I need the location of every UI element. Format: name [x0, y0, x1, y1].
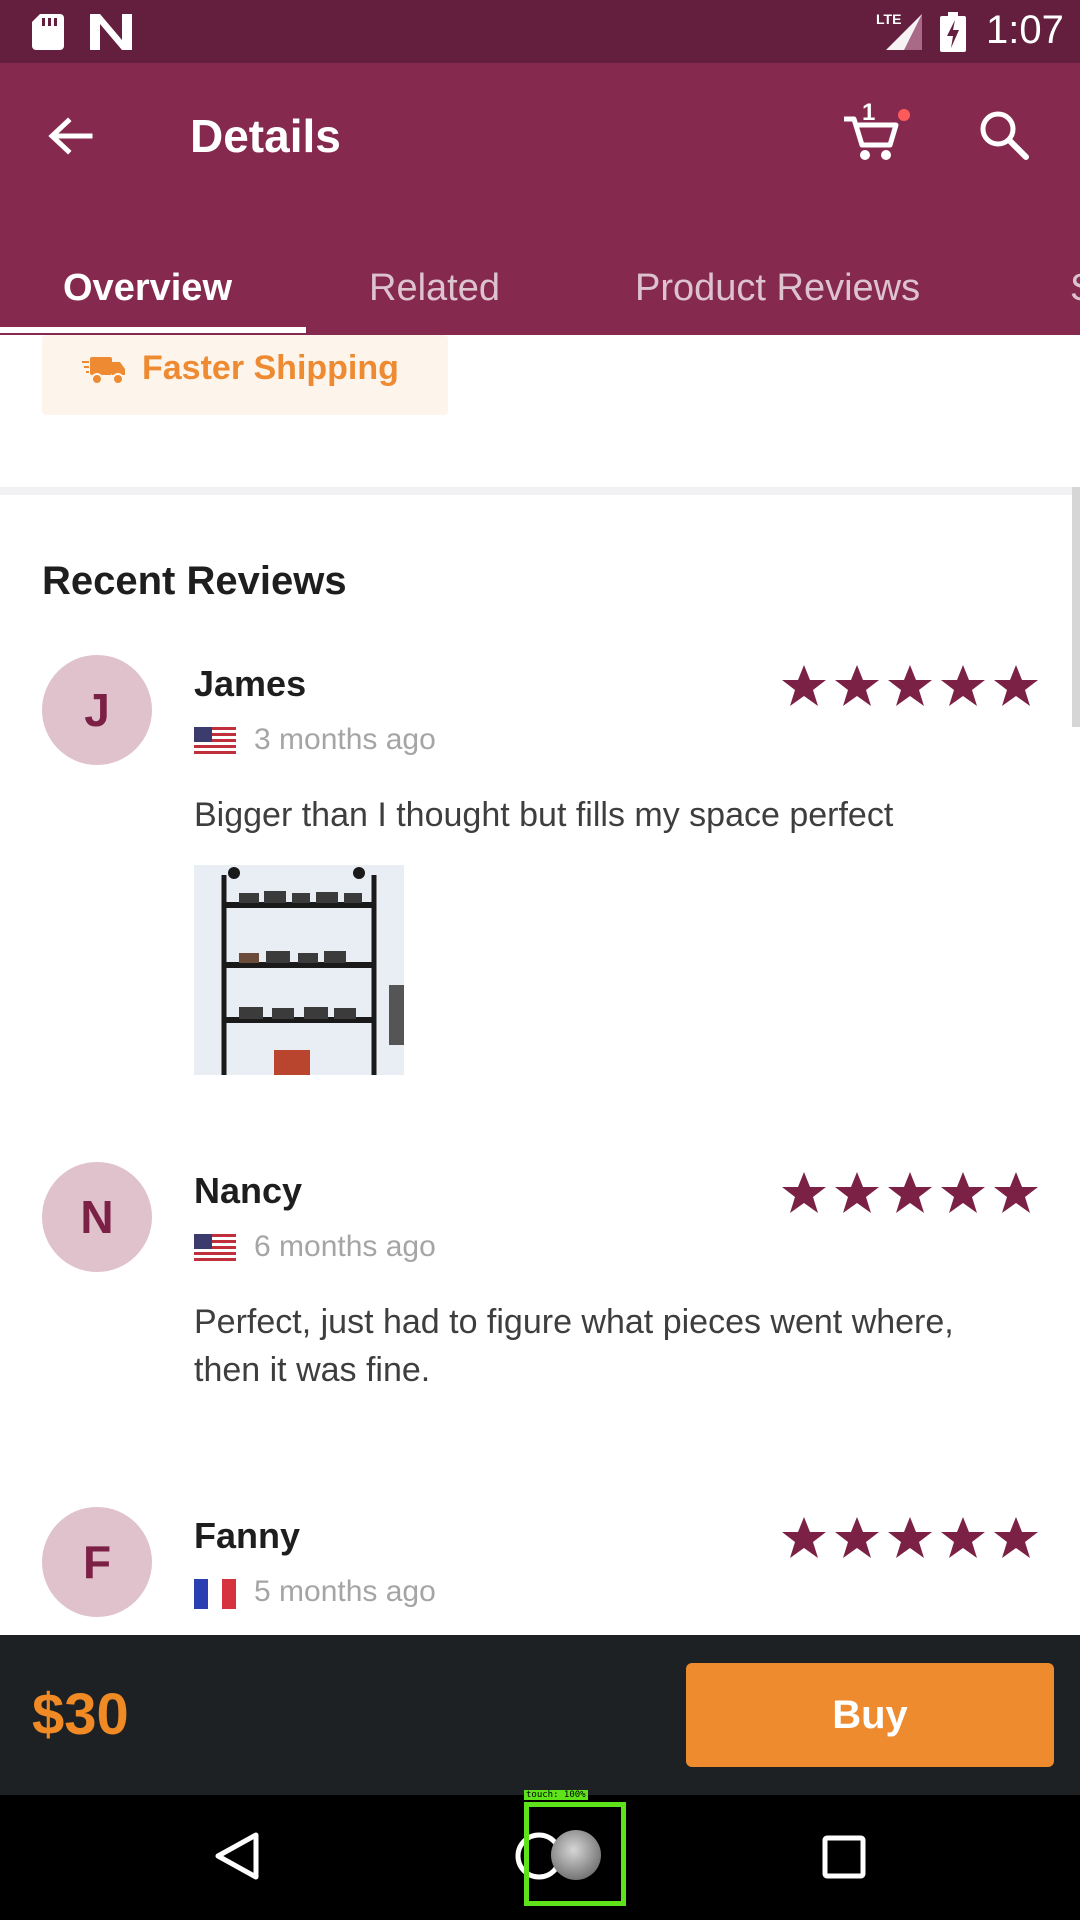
buy-bar: $30 Buy: [0, 1635, 1080, 1795]
star-icon: [782, 665, 826, 706]
nav-recents-icon[interactable]: [822, 1835, 866, 1879]
rating-stars: [782, 665, 1038, 706]
battery-icon: [940, 12, 966, 52]
rating-stars: [782, 1517, 1038, 1558]
us-flag-icon: [194, 1234, 236, 1264]
cart-count-badge: 1: [862, 99, 876, 126]
star-icon: [994, 1517, 1038, 1558]
tab-partial[interactable]: S: [1070, 253, 1080, 335]
tab-related[interactable]: Related: [369, 253, 500, 335]
rating-stars: [782, 1172, 1038, 1213]
tab-overview[interactable]: Overview: [63, 253, 232, 335]
truck-icon: [82, 357, 125, 385]
search-icon[interactable]: [978, 109, 1030, 161]
main-content[interactable]: Faster Shipping Recent Reviews J James 3…: [0, 335, 1080, 1635]
us-flag-icon: [194, 727, 236, 757]
tab-product-reviews[interactable]: Product Reviews: [635, 253, 920, 335]
section-divider: [0, 487, 1080, 495]
scrollbar-thumb[interactable]: [1072, 487, 1080, 727]
faster-shipping-badge: Faster Shipping: [42, 335, 448, 415]
reviewer-name: Fanny: [194, 1515, 301, 1556]
star-icon: [888, 1517, 932, 1558]
nav-back-icon[interactable]: [214, 1831, 260, 1881]
review-text: Bigger than I thought but fills my space…: [194, 796, 894, 834]
buy-button[interactable]: Buy: [686, 1663, 1054, 1767]
fr-flag-icon: [194, 1579, 236, 1609]
sd-card-icon: [32, 14, 64, 50]
touch-indicator-label: touch: 100%: [524, 1790, 588, 1800]
star-icon: [941, 665, 985, 706]
review-time: 5 months ago: [254, 1575, 436, 1608]
review-photo[interactable]: [194, 865, 404, 1075]
app-bar: Details 1 Overview Related Product Revie…: [0, 63, 1080, 335]
active-tab-indicator: [0, 327, 306, 333]
status-clock: 1:07: [986, 8, 1064, 52]
svg-text:LTE: LTE: [876, 11, 901, 27]
star-icon: [888, 1172, 932, 1213]
review-text: Perfect, just had to figure what pieces …: [194, 1303, 954, 1389]
star-icon: [994, 1172, 1038, 1213]
star-icon: [835, 665, 879, 706]
reviewer-name: James: [194, 663, 307, 704]
recent-reviews-title: Recent Reviews: [42, 559, 347, 603]
star-icon: [835, 1517, 879, 1558]
lte-signal-icon: LTE: [876, 11, 922, 50]
touch-point: [551, 1830, 601, 1880]
star-icon: [941, 1172, 985, 1213]
review-time: 6 months ago: [254, 1230, 436, 1263]
faster-shipping-label: Faster Shipping: [142, 349, 399, 387]
avatar: N: [42, 1162, 152, 1272]
review-time: 3 months ago: [254, 723, 436, 756]
n-notification-icon: [90, 14, 132, 50]
avatar: J: [42, 655, 152, 765]
back-arrow-icon[interactable]: [46, 111, 96, 161]
page-title: Details: [190, 110, 341, 162]
avatar: F: [42, 1507, 152, 1617]
star-icon: [994, 665, 1038, 706]
tab-bar: Overview Related Product Reviews S: [0, 253, 1080, 335]
cart-notification-dot: [898, 109, 910, 121]
status-bar: LTE 1:07: [0, 0, 1080, 63]
star-icon: [888, 665, 932, 706]
star-icon: [782, 1172, 826, 1213]
star-icon: [941, 1517, 985, 1558]
price-label: $30: [32, 1682, 129, 1747]
star-icon: [782, 1517, 826, 1558]
reviewer-name: Nancy: [194, 1170, 303, 1211]
star-icon: [835, 1172, 879, 1213]
shelf-photo-image: [194, 865, 404, 1075]
